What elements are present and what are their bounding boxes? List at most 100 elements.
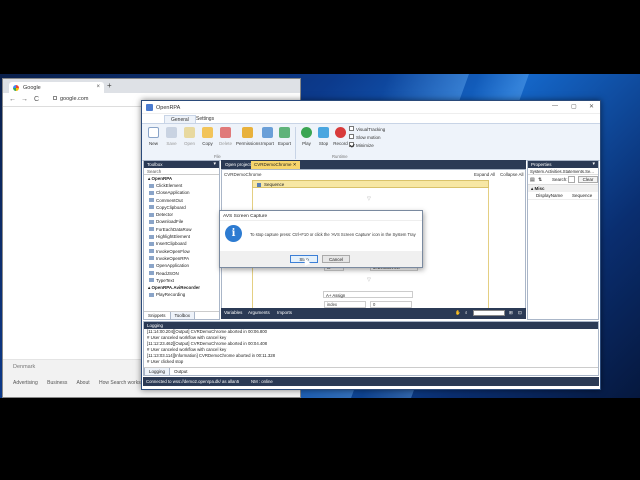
tab-variables[interactable]: Variables (224, 310, 242, 315)
toolbox-item[interactable]: DownloadFile (144, 218, 219, 225)
delete-icon (220, 127, 231, 138)
property-value[interactable]: Sequence (572, 192, 592, 200)
tab-open-project[interactable]: Open project (222, 161, 254, 169)
activity-icon (149, 212, 154, 217)
sort-icon[interactable]: ⇅ (538, 177, 542, 183)
properties-category-label: Misc (534, 186, 545, 191)
reload-icon[interactable]: C (34, 96, 39, 103)
property-row[interactable]: DisplayName Sequence (528, 192, 598, 200)
footer-link[interactable]: About (77, 380, 90, 386)
open-button[interactable]: Open (181, 127, 198, 146)
minimize-button[interactable]: — (552, 103, 558, 109)
ribbon-separator (295, 127, 296, 159)
assign-to-field[interactable]: index (324, 301, 366, 308)
toolbox-category[interactable]: ▴ OpenRPA (144, 175, 219, 182)
properties-search-input[interactable] (568, 176, 575, 183)
activity-icon (149, 227, 154, 232)
tab-output[interactable]: Output (170, 368, 192, 375)
import-button[interactable]: Import (259, 127, 276, 146)
dialog-footer: Stop Cancel (220, 251, 422, 267)
stop-button-label: Stop (318, 141, 329, 146)
fit-icon[interactable]: ⊞ (509, 310, 513, 316)
minimize-checkbox[interactable]: Minimize (349, 142, 374, 148)
toolbox-item[interactable]: PlayRecording (144, 291, 219, 298)
toolbox-item-label: Detector (156, 212, 174, 218)
activity-icon (149, 249, 154, 254)
toolbox-item[interactable]: ForEachDataRow (144, 226, 219, 233)
categorize-icon[interactable]: ▤ (530, 177, 535, 183)
new-button-label: New (148, 141, 158, 146)
browser-tab[interactable]: Google × (9, 82, 104, 93)
avs-capture-dialog: AVS Screen Capture i To stop capture pre… (219, 210, 423, 268)
toolbox-item[interactable]: InvokeOpenFlow (144, 248, 219, 255)
record-button[interactable]: Record (332, 127, 349, 146)
new-tab-button[interactable]: + (107, 81, 112, 90)
zoom-icon[interactable]: ⌕ (465, 310, 468, 315)
overview-icon[interactable]: ⊡ (518, 310, 522, 316)
tab-logging[interactable]: Logging (144, 368, 171, 376)
new-button[interactable]: New (145, 127, 162, 146)
tab-snippets[interactable]: Snippets (144, 312, 170, 319)
maximize-button[interactable]: ▢ (571, 103, 577, 110)
expand-all-link[interactable]: Expand All (474, 172, 495, 177)
permissions-icon (241, 127, 253, 138)
slow-motion-checkbox[interactable]: Slow motion (349, 134, 381, 140)
export-button[interactable]: Export (276, 127, 293, 146)
export-icon (279, 127, 290, 138)
tab-toolbox[interactable]: Toolbox (169, 312, 196, 320)
tab-settings[interactable]: Settings (190, 115, 220, 123)
connection-status: Connected to wss://demo2.openrpa.dk/ as … (146, 379, 240, 384)
stop-button[interactable]: Stop (315, 127, 332, 146)
delete-button[interactable]: Delete (217, 127, 234, 146)
pin-icon[interactable]: ▾ (213, 161, 216, 167)
assign-label: Assign (332, 293, 346, 298)
logging-header: Logging (144, 322, 598, 329)
toolbox-item[interactable]: OpenApplication (144, 262, 219, 269)
toolbox-search[interactable]: Search (144, 168, 219, 175)
checkbox-checked-box (349, 142, 354, 148)
toolbox-category[interactable]: ▴ OpenRPA.AviRecorder (144, 284, 219, 291)
assign-value-field[interactable]: 0 (370, 301, 412, 308)
footer-link[interactable]: Advertising (13, 380, 38, 386)
toolbox-item[interactable]: InsertClipboard (144, 240, 219, 247)
properties-category[interactable]: ▴ Misc (528, 185, 598, 192)
zoom-select[interactable] (473, 310, 505, 316)
toolbox-item[interactable]: HighlightElement (144, 233, 219, 240)
toolbox-item[interactable]: Detector (144, 211, 219, 218)
pin-icon[interactable]: ▾ (592, 161, 595, 167)
ribbon-tabs: General Settings (142, 114, 600, 123)
permissions-button[interactable]: Permissions (236, 127, 261, 146)
copy-button[interactable]: Copy (199, 127, 216, 146)
clear-button[interactable]: Clear (578, 176, 598, 183)
toolbox-item[interactable]: ReadJSON (144, 270, 219, 277)
footer-link[interactable]: How Search works (99, 380, 141, 386)
visualtracking-checkbox[interactable]: VisualTracking (349, 126, 385, 132)
tab-imports[interactable]: Imports (277, 310, 292, 315)
toolbox-item[interactable]: InvokeOpenRPA (144, 255, 219, 262)
back-icon[interactable]: ← (9, 96, 16, 103)
close-tab-icon[interactable]: × (96, 84, 100, 90)
toolbox-item[interactable]: CloseApplication (144, 189, 219, 196)
info-icon: i (225, 225, 242, 242)
sequence-activity-header[interactable]: Sequence (252, 180, 489, 188)
tab-cvrdemochrome[interactable]: CVRDemoChrome ✕ (251, 161, 300, 169)
collapse-all-link[interactable]: Collapse All (500, 172, 524, 177)
play-button[interactable]: Play (298, 127, 315, 146)
forward-icon[interactable]: → (21, 96, 28, 103)
pan-icon[interactable]: ✋ (455, 310, 461, 316)
delete-button-label: Delete (218, 141, 232, 146)
toolbox-item[interactable]: CopyClipboard (144, 204, 219, 211)
toolbox-item[interactable]: ClickElement (144, 182, 219, 189)
footer-link[interactable]: Business (47, 380, 67, 386)
tab-arguments[interactable]: Arguments (248, 310, 270, 315)
close-button[interactable]: ✕ (589, 103, 594, 110)
minimize-label: Minimize (356, 143, 374, 148)
assign-activity[interactable]: A+ Assign (323, 291, 413, 298)
breadcrumb[interactable]: CVRDemoChrome (224, 172, 262, 177)
toolbox-item[interactable]: TypeText (144, 277, 219, 284)
import-icon (262, 127, 273, 138)
cancel-button[interactable]: Cancel (322, 255, 350, 263)
save-button-label: Save (166, 141, 177, 146)
toolbox-item[interactable]: CommentOut (144, 197, 219, 204)
save-button[interactable]: Save (163, 127, 180, 146)
